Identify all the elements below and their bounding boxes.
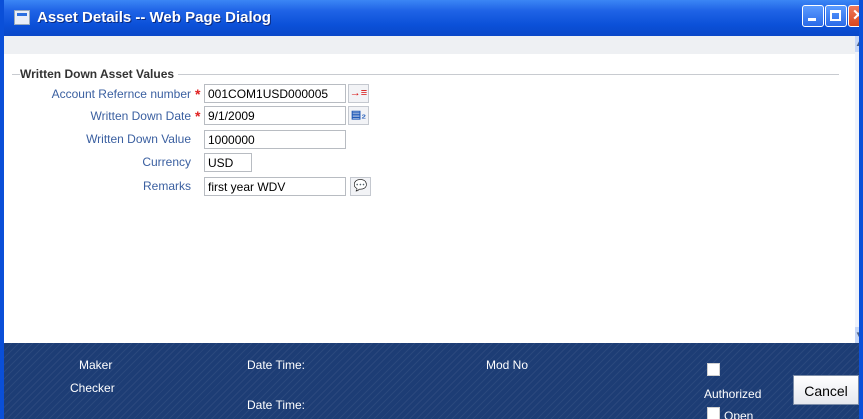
maker-label: Maker [79,358,113,372]
maximize-button[interactable] [825,5,847,27]
speech-bubble-icon[interactable]: 💬 [350,177,371,196]
form-area: Written Down Asset Values Account Refern… [4,36,855,343]
section-title: Written Down Asset Values [20,67,179,81]
maker-date-time-label: Date Time: [247,358,306,372]
wd-date-input[interactable] [204,106,346,125]
dialog-window: Asset Details -- Web Page Dialog Written… [0,0,863,419]
scroll-up-icon[interactable]: ▲ [855,36,859,52]
account-ref-input[interactable] [204,84,346,103]
close-button[interactable] [848,5,859,27]
dialog-icon [14,10,30,25]
authorized-checkbox[interactable] [707,363,720,376]
minimize-button[interactable] [802,5,824,27]
mod-no-label: Mod No [486,358,529,372]
open-label: Open [724,409,754,419]
checker-label: Checker [70,381,115,395]
calendar-icon[interactable]: ▤₂ [348,106,369,125]
toolbar-strip [4,36,855,54]
title-bar[interactable]: Asset Details -- Web Page Dialog [4,0,859,36]
open-checkbox[interactable] [707,407,720,419]
authorized-label: Authorized [704,387,762,401]
required-mark: * [195,86,201,102]
currency-input[interactable] [204,153,252,172]
audit-footer: Maker Checker Date Time: Date Time: Mod … [4,343,859,419]
checker-date-time-label: Date Time: [247,398,306,412]
lov-icon[interactable]: →≡ [348,84,369,103]
vertical-scrollbar[interactable]: ▲ ▼ [855,36,859,343]
remarks-input[interactable] [204,177,346,196]
remarks-label: Remarks [142,179,191,193]
wd-value-label: Written Down Value [86,132,191,146]
required-mark: * [195,108,201,124]
currency-label: Currency [142,155,191,169]
wd-value-input[interactable] [204,130,346,149]
window-title: Asset Details -- Web Page Dialog [37,9,271,26]
scroll-down-icon[interactable]: ▼ [855,327,859,343]
wd-date-label: Written Down Date [90,109,191,123]
account-ref-label: Account Refernce number [51,87,191,101]
cancel-button[interactable]: Cancel [793,375,859,405]
